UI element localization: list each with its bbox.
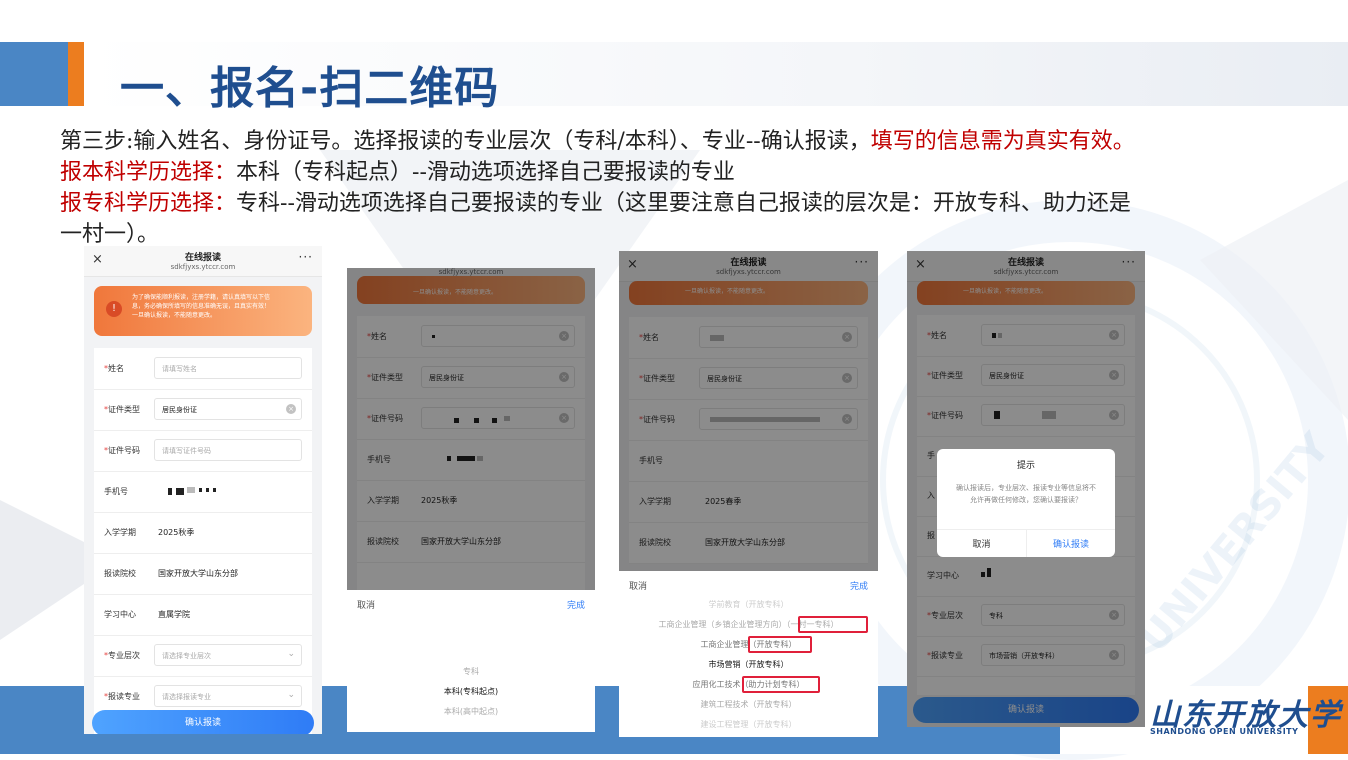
confirm-enroll-button[interactable]: 确认报读 [92, 710, 314, 734]
redacted-mark [206, 488, 209, 492]
picker-sheet: 取消 完成 学前教育（开放专科） 工商企业管理（乡镇企业管理方向）（一村一专科）… [619, 571, 878, 737]
field-id-number: *证件号码 请填写证件号码 [94, 430, 312, 472]
name-input[interactable]: 请填写姓名 [154, 357, 302, 379]
phone-screenshot-2: sdkfjyxs.ytccr.com 一旦确认报读，不能随意更改。 *姓名 × … [347, 268, 595, 732]
banner-line: 息，务必确保所填写的信息准确无误，且真实有效！ [132, 303, 271, 310]
field-learning-center: 学习中心 直属学院 [94, 594, 312, 636]
field-label: *专业层次 [104, 651, 140, 660]
clear-icon[interactable]: × [286, 404, 296, 414]
picker-option[interactable]: 建设工程管理（开放专科） [619, 719, 878, 730]
chevron-down-icon: ⌄ [287, 649, 295, 659]
field-label: 入学学期 [104, 528, 136, 537]
phone-screenshot-3: × 在线报读 sdkfjyxs.ytccr.com ··· 一旦确认报读，不能随… [619, 251, 878, 737]
field-semester: 入学学期 2025秋季 [94, 512, 312, 554]
id-type-input[interactable]: 居民身份证 × [154, 398, 302, 420]
dialog-title: 提示 [1016, 461, 1035, 471]
picker-option-selected[interactable]: 本科(专科起点) [347, 686, 595, 697]
instruction-line-2-label: 报本科学历选择： [60, 160, 237, 185]
field-level: *专业层次 请选择专业层次 ⌄ [94, 635, 312, 677]
instruction-line-2-text: 本科（专科起点）--滑动选项选择自己要报读的专业 [236, 160, 735, 185]
redacted-mark [213, 488, 216, 492]
dialog-confirm-button[interactable]: 确认报读 [1027, 537, 1115, 550]
instruction-line-2: 报本科学历选择：本科（专科起点）--滑动选项选择自己要报读的专业 [60, 157, 735, 188]
warning-icon: ! [106, 301, 122, 317]
field-id-type: *证件类型 居民身份证 × [94, 389, 312, 431]
picker-option[interactable]: 建筑工程技术（开放专科） [619, 699, 878, 710]
header-url: sdkfjyxs.ytccr.com [170, 263, 236, 271]
picker-option[interactable]: 专科 [347, 666, 595, 677]
instruction-line-3-text: 专科--滑动选项选择自己要报读的专业（这里要注意自己报读的层次是：开放专科、助力… [236, 191, 1131, 216]
title-accent-blue [0, 42, 68, 106]
highlight-box-open [748, 636, 812, 653]
field-name: *姓名 请填写姓名 [94, 348, 312, 390]
title-accent-orange [68, 42, 84, 106]
field-value: 直属学院 [158, 610, 190, 619]
header-title: 在线报读 [184, 253, 221, 263]
picker-done-button[interactable]: 完成 [850, 579, 868, 592]
highlight-box-one-village [798, 616, 868, 633]
instruction-line-1-highlight: 填写的信息需为真实有效。 [870, 129, 1135, 154]
notice-banner: ! 为了确保能顺利报读，注册学籍，请认真填写以下信 息，务必确保所填写的信息准确… [94, 286, 312, 336]
level-select[interactable]: 请选择专业层次 ⌄ [154, 644, 302, 666]
picker-sheet: 取消 完成 专科 本科(专科起点) 本科(高中起点) [347, 590, 595, 732]
redacted-mark [168, 488, 172, 495]
picker-cancel-button[interactable]: 取消 [629, 579, 647, 592]
phone-screenshot-4: × 在线报读 sdkfjyxs.ytccr.com ··· 一旦确认报读，不能随… [907, 251, 1145, 727]
instruction-line-3: 报专科学历选择：专科--滑动选项选择自己要报读的专业（这里要注意自己报读的层次是… [60, 188, 1131, 219]
chevron-down-icon: ⌄ [287, 690, 295, 700]
registration-form: *姓名 请填写姓名 *证件类型 居民身份证 × *证件号码 请填写证件号码 手机号… [94, 348, 312, 734]
redacted-mark [176, 488, 184, 495]
dialog-cancel-button[interactable]: 取消 [937, 537, 1026, 550]
field-label: *证件号码 [104, 446, 140, 455]
picker-done-button[interactable]: 完成 [567, 598, 585, 611]
field-phone: 手机号 [94, 471, 312, 513]
highlight-box-assist [742, 676, 820, 693]
webview-header: × 在线报读 sdkfjyxs.ytccr.com ··· [84, 246, 322, 277]
confirm-dialog: 提示 确认报读后，专业层次、报读专业等信息将不允许再做任何修改，您确认要报读？ … [937, 449, 1115, 557]
field-label: *姓名 [104, 364, 124, 373]
slide-title: 一、报名-扫二维码 [120, 63, 500, 114]
field-value: 国家开放大学山东分部 [158, 569, 238, 578]
field-institution: 报读院校 国家开放大学山东分部 [94, 553, 312, 595]
field-label: *证件类型 [104, 405, 140, 414]
instruction-line-4-text: 一村一）。 [60, 222, 160, 247]
instruction-line-1: 第三步:输入姓名、身份证号。选择报读的专业层次（专科/本科）、专业--确认报读，… [60, 126, 1135, 157]
university-logo-subtitle: SHANDONG OPEN UNIVERSITY [1150, 727, 1299, 736]
major-select[interactable]: 请选择报读专业 ⌄ [154, 685, 302, 707]
id-number-input[interactable]: 请填写证件号码 [154, 439, 302, 461]
field-label: *报读专业 [104, 692, 140, 701]
modal-overlay[interactable] [619, 251, 878, 571]
field-value: 2025秋季 [158, 528, 195, 537]
instruction-line-1-text: 第三步:输入姓名、身份证号。选择报读的专业层次（专科/本科）、专业--确认报读， [60, 129, 871, 154]
phone-screenshot-1: × 在线报读 sdkfjyxs.ytccr.com ··· ! 为了确保能顺利报… [84, 246, 322, 734]
field-label: 手机号 [104, 487, 128, 496]
redacted-mark [199, 488, 202, 492]
picker-cancel-button[interactable]: 取消 [357, 598, 375, 611]
field-label: 学习中心 [104, 610, 136, 619]
dialog-message: 确认报读后，专业层次、报读专业等信息将不允许再做任何修改，您确认要报读？ [956, 484, 1096, 504]
more-icon[interactable]: ··· [299, 250, 313, 264]
banner-line: 一旦确认报读，不能随意更改。 [132, 312, 217, 319]
banner-line: 为了确保能顺利报读，注册学籍，请认真填写以下信 [132, 294, 271, 301]
modal-overlay[interactable] [347, 268, 595, 590]
picker-option-selected[interactable]: 市场营销（开放专科） [619, 659, 878, 670]
picker-option[interactable]: 本科(高中起点) [347, 706, 595, 717]
picker-option[interactable]: 学前教育（开放专科） [619, 599, 878, 610]
instruction-line-3-label: 报专科学历选择： [60, 191, 237, 216]
redacted-mark [187, 487, 195, 493]
field-label: 报读院校 [104, 569, 136, 578]
